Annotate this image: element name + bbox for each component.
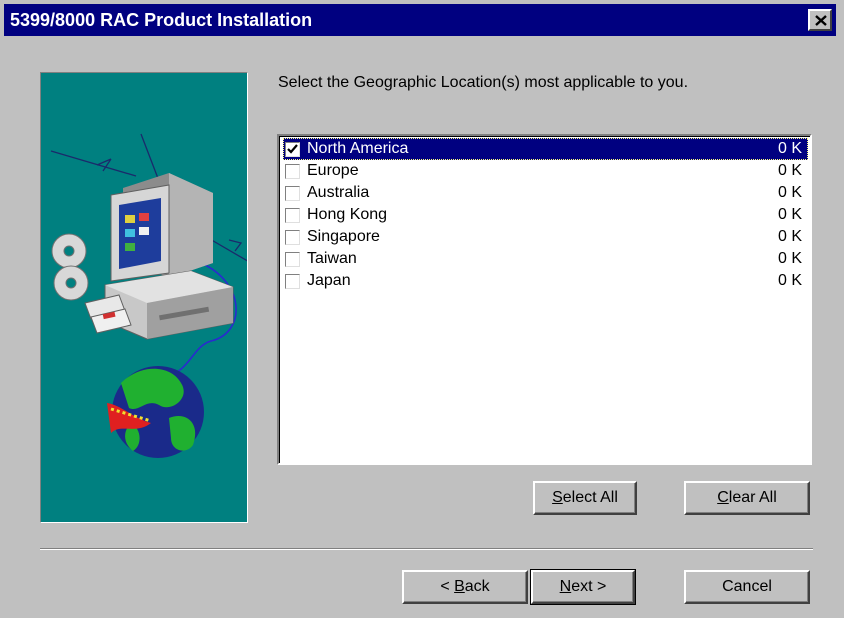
location-size: 0 K xyxy=(777,228,802,245)
location-listbox[interactable]: North America 0 K Europe 0 K Australia 0… xyxy=(277,134,812,465)
location-size: 0 K xyxy=(777,250,802,267)
checkbox-north-america[interactable] xyxy=(285,142,300,157)
checkbox-europe[interactable] xyxy=(285,164,300,179)
location-name: Japan xyxy=(307,272,351,289)
checkbox-japan[interactable] xyxy=(285,274,300,289)
next-button[interactable]: Next > xyxy=(530,569,636,605)
checkbox-hong-kong[interactable] xyxy=(285,208,300,223)
location-size: 0 K xyxy=(777,272,802,289)
side-illustration xyxy=(40,72,248,523)
installer-window: 5399/8000 RAC Product Installation Selec… xyxy=(0,0,844,618)
list-item-australia[interactable]: Australia 0 K xyxy=(283,182,808,204)
window-title: 5399/8000 RAC Product Installation xyxy=(10,10,313,30)
location-size: 0 K xyxy=(777,206,802,223)
clear-all-label: lear All xyxy=(728,489,777,506)
back-mnemonic: B xyxy=(454,578,465,595)
list-item-japan[interactable]: Japan 0 K xyxy=(283,270,808,292)
back-label: ack xyxy=(464,578,490,595)
next-mnemonic: N xyxy=(559,578,572,595)
list-item-north-america[interactable]: North America 0 K xyxy=(283,138,808,160)
location-name: Australia xyxy=(307,184,370,201)
location-size: 0 K xyxy=(777,184,802,201)
location-name: Singapore xyxy=(307,228,380,245)
checkbox-australia[interactable] xyxy=(285,186,300,201)
select-all-mnemonic: S xyxy=(552,489,563,506)
list-item-europe[interactable]: Europe 0 K xyxy=(283,160,808,182)
clear-all-button[interactable]: Clear All xyxy=(684,481,810,515)
location-name: Taiwan xyxy=(307,250,357,267)
title-bar[interactable]: 5399/8000 RAC Product Installation xyxy=(4,4,836,36)
clear-all-mnemonic: C xyxy=(717,489,729,506)
computer-globe-illustration xyxy=(50,133,247,458)
select-all-button[interactable]: Select All xyxy=(533,481,637,515)
list-item-hong-kong[interactable]: Hong Kong 0 K xyxy=(283,204,808,226)
checkbox-singapore[interactable] xyxy=(285,230,300,245)
location-size: 0 K xyxy=(777,162,802,179)
cancel-button[interactable]: Cancel xyxy=(684,570,810,604)
checkbox-taiwan[interactable] xyxy=(285,252,300,267)
list-item-taiwan[interactable]: Taiwan 0 K xyxy=(283,248,808,270)
select-all-label: elect All xyxy=(562,489,618,506)
back-prefix: < xyxy=(440,578,455,595)
separator-line xyxy=(40,548,813,550)
next-label: ext > xyxy=(571,578,607,595)
instruction-text: Select the Geographic Location(s) most a… xyxy=(278,74,689,91)
location-size: 0 K xyxy=(777,140,802,157)
back-button[interactable]: < Back xyxy=(402,570,528,604)
check-mark-icon xyxy=(287,144,298,154)
close-x-icon xyxy=(815,15,827,26)
location-name: Europe xyxy=(307,162,359,179)
list-item-singapore[interactable]: Singapore 0 K xyxy=(283,226,808,248)
location-name: Hong Kong xyxy=(307,206,388,223)
location-name: North America xyxy=(307,140,409,157)
close-button[interactable] xyxy=(808,9,832,31)
